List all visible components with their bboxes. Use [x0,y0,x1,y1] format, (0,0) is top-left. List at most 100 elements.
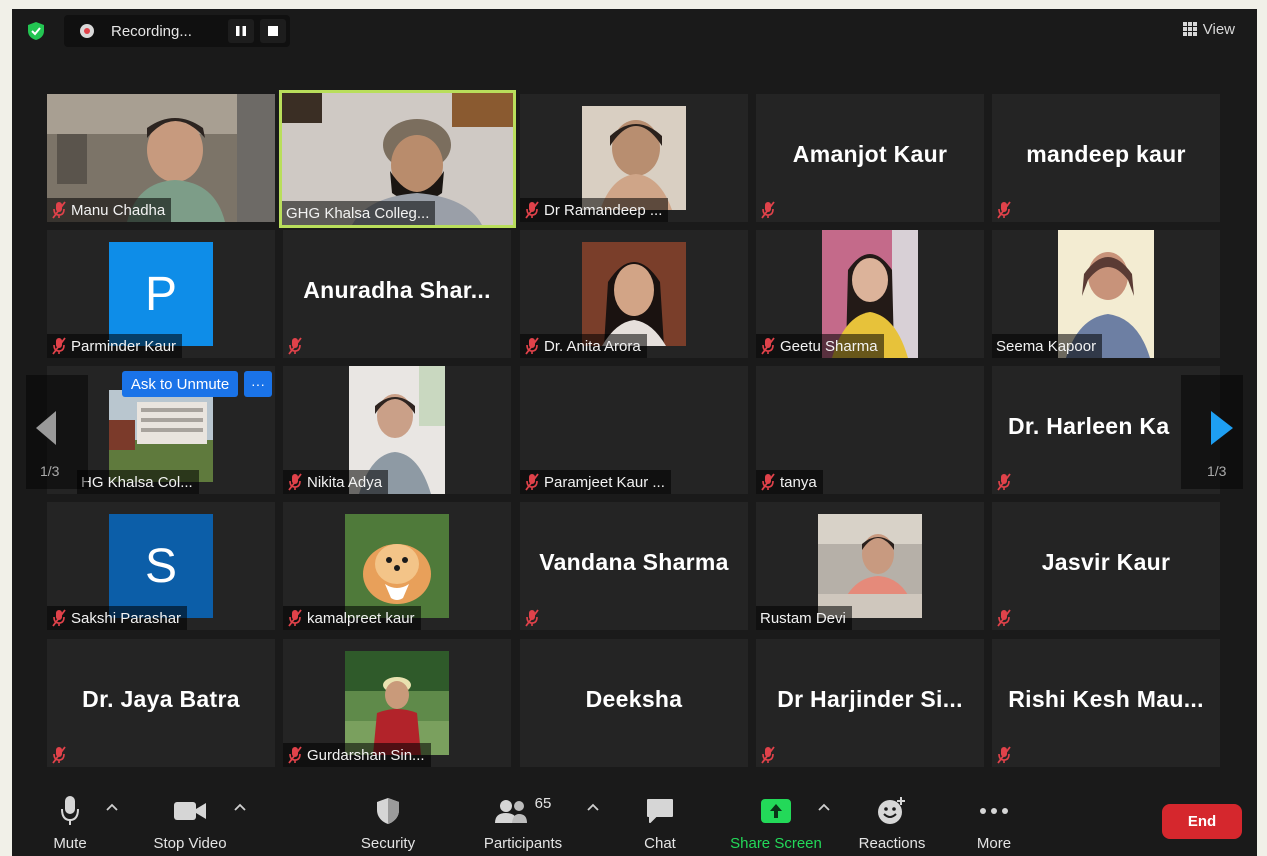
participant-tile-dr-ramandeep[interactable]: Dr Ramandeep ... [520,94,748,222]
participant-display-name: Deeksha [585,685,683,712]
participant-tile-sakshi-parashar[interactable]: S Sakshi Parashar [47,502,275,630]
participant-tile-rishi-kesh-maurya[interactable]: Rishi Kesh Mau... [992,639,1220,767]
encryption-shield-icon[interactable] [26,21,46,41]
participant-tile-tanya[interactable]: tanya [756,366,984,494]
participant-photo [109,390,213,482]
previous-page-button[interactable]: 1/3 [26,375,88,489]
participant-tile-geetu-sharma[interactable]: Geetu Sharma [756,230,984,358]
participant-more-options-button[interactable]: ··· [244,371,272,397]
more-label: More [976,835,1012,852]
participant-name: Rustam Devi [760,609,846,627]
more-button[interactable]: More [970,795,1018,852]
participant-photo [582,242,686,346]
participant-tile-manu-chadha[interactable]: Manu Chadha [47,94,275,222]
participant-tile-kamalpreet-kaur[interactable]: kamalpreet kaur [283,502,511,630]
chat-button[interactable]: Chat [640,795,680,852]
muted-mic-icon [525,201,539,219]
participants-options-chevron-icon[interactable] [587,803,599,813]
participant-tile-parminder-kaur[interactable]: P Parminder Kaur [47,230,275,358]
participant-tile-dr-jaya-batra[interactable]: Dr. Jaya Batra [47,639,275,767]
participant-label [992,606,1018,630]
participant-display-name: Dr. Jaya Batra [82,685,240,712]
reactions-smiley-icon [878,797,905,824]
participants-button[interactable]: 65 Participants [478,795,568,852]
zoom-meeting-window: Recording... View Manu Chadha GHG Khalsa… [12,9,1257,856]
security-button[interactable]: Security [356,795,420,852]
security-label: Security [360,835,416,852]
chat-label: Chat [644,835,676,852]
share-options-chevron-icon[interactable] [818,803,830,813]
muted-mic-icon [761,473,775,491]
participant-name: Paramjeet Kaur ... [544,473,665,491]
participant-photo [818,514,922,618]
participant-display-name: Rishi Kesh Mau... [1008,685,1204,712]
participant-avatar: S [109,514,213,618]
more-dots-icon [980,808,1008,814]
muted-mic-icon [52,201,66,219]
participant-tile-amanjot-kaur[interactable]: Amanjot Kaur [756,94,984,222]
participant-label: Gurdarshan Sin... [283,743,431,767]
participant-tile-dr-anita-arora[interactable]: Dr. Anita Arora [520,230,748,358]
participant-photo [345,514,449,618]
participant-display-name: Anuradha Shar... [303,276,491,303]
end-meeting-button[interactable]: End [1162,804,1242,839]
participant-tile-deeksha[interactable]: Deeksha [520,639,748,767]
participant-photo [582,106,686,210]
participant-name: Dr Ramandeep ... [544,201,663,219]
mute-options-chevron-icon[interactable] [106,803,118,813]
participant-label [47,743,73,767]
participant-tile-nikita-adya[interactable]: Nikita Adya [283,366,511,494]
participant-label [520,606,546,630]
participant-tile-dr-harjinder-singh[interactable]: Dr Harjinder Si... [756,639,984,767]
participant-tile-seema-kapoor[interactable]: Seema Kapoor [992,230,1220,358]
page-indicator-right: 1/3 [1207,463,1227,479]
reactions-button[interactable]: Reactions [855,795,929,852]
muted-mic-icon [288,746,302,764]
pause-icon [236,26,246,36]
participant-tile-rustam-devi[interactable]: Rustam Devi [756,502,984,630]
pause-recording-button[interactable] [228,19,254,43]
muted-mic-icon [761,201,775,219]
participant-display-name: Jasvir Kaur [1041,548,1171,575]
muted-mic-icon [525,473,539,491]
participant-label [992,743,1018,767]
participant-label: Geetu Sharma [756,334,884,358]
participant-label [756,743,782,767]
participant-tile-mandeep-kaur[interactable]: mandeep kaur [992,94,1220,222]
reactions-label: Reactions [858,835,926,852]
participant-tile-ghg-khalsa-college[interactable]: GHG Khalsa Colleg... [279,90,516,228]
participant-label: Nikita Adya [283,470,389,494]
participant-label: Manu Chadha [47,198,172,222]
participant-tile-jasvir-kaur[interactable]: Jasvir Kaur [992,502,1220,630]
next-page-button[interactable]: 1/3 [1181,375,1243,489]
participant-tile-anuradha-sharma[interactable]: Anuradha Shar... [283,230,511,358]
stop-video-button[interactable]: Stop Video [148,795,232,852]
participants-icon [494,800,527,823]
share-screen-icon [761,799,791,823]
participant-photo [345,651,449,755]
participant-label: Rustam Devi [756,606,852,630]
participant-name: HG Khalsa Col... [81,473,193,491]
video-options-chevron-icon[interactable] [234,803,246,813]
mute-label: Mute [53,835,87,852]
participant-label: Paramjeet Kaur ... [520,470,671,494]
participant-label: GHG Khalsa Colleg... [282,201,436,225]
participant-tile-vandana-sharma[interactable]: Vandana Sharma [520,502,748,630]
page-indicator-left: 1/3 [40,463,60,479]
participant-tile-gurdarshan-singh[interactable]: Gurdarshan Sin... [283,639,511,767]
muted-mic-icon [997,473,1011,491]
participant-label: Dr Ramandeep ... [520,198,669,222]
muted-mic-icon [288,609,302,627]
share-screen-button[interactable]: Share Screen [728,795,824,852]
participant-tile-paramjeet-kaur[interactable]: Paramjeet Kaur ... [520,366,748,494]
chevron-right-icon [1211,411,1233,445]
stop-recording-button[interactable] [260,19,286,43]
view-button[interactable]: View [1175,15,1243,43]
mute-button[interactable]: Mute [48,795,92,852]
ask-to-unmute-button[interactable]: Ask to Unmute [122,371,238,397]
participants-label: Participants [483,835,563,852]
participant-display-name: Dr Harjinder Si... [777,685,963,712]
participant-label [283,334,309,358]
muted-mic-icon [997,746,1011,764]
participant-name: Parminder Kaur [71,337,177,355]
